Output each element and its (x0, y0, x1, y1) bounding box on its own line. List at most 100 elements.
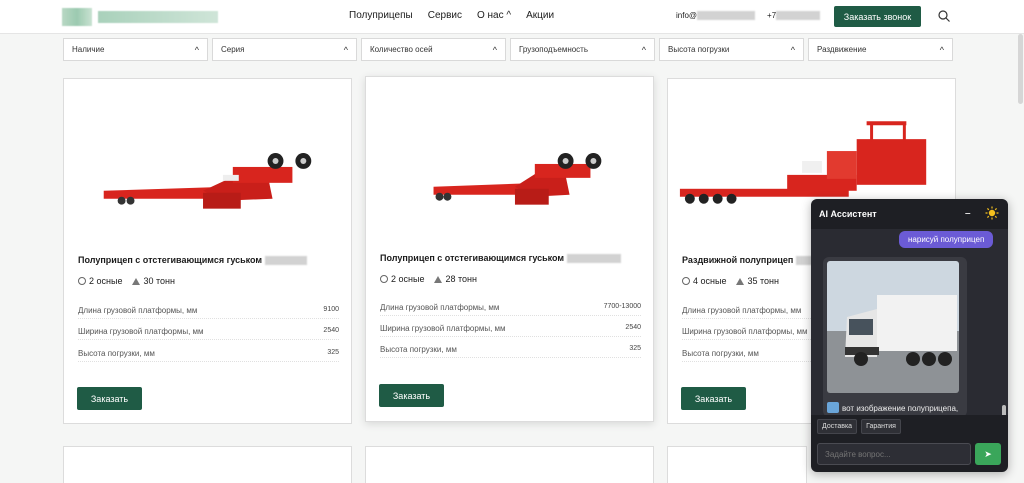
logo-mark (62, 8, 92, 26)
minimize-button[interactable]: – (965, 208, 971, 219)
axles-spec: 2 осные (380, 274, 424, 284)
series-redacted (264, 256, 307, 266)
chat-input[interactable] (817, 443, 971, 465)
param-value: 7700-13000 (603, 303, 641, 310)
param-label: Ширина грузовой платформы, мм (78, 327, 204, 336)
product-title[interactable]: Полуприцеп с отстегивающимся гуськом (78, 255, 307, 266)
filter-label: Грузоподъемность (519, 45, 589, 54)
search-icon[interactable] (938, 10, 950, 22)
phone-link[interactable]: +7 (767, 11, 821, 21)
product-card[interactable]: Полуприцеп с отстегивающимся гуськом 2 о… (365, 76, 654, 422)
param-value: 325 (629, 345, 641, 352)
chevron-up-icon: ^ (506, 10, 512, 21)
product-card[interactable] (667, 446, 807, 483)
chat-scrollbar[interactable] (1002, 405, 1006, 415)
product-title-text: Полуприцеп с отстегивающимся гуськом (78, 255, 263, 265)
axle-icon (682, 277, 690, 285)
axle-icon (78, 277, 86, 285)
axles-spec: 4 осные (682, 276, 726, 286)
site-header: Полуприцепы Сервис О нас ^ Акции info@ +… (0, 0, 1024, 34)
chevron-up-icon: ^ (790, 44, 795, 55)
trailer-image (103, 153, 312, 209)
filter-series[interactable]: Серия ^ (212, 38, 357, 61)
product-card[interactable] (63, 446, 352, 483)
param-row: Высота погрузки, мм 325 (78, 349, 339, 362)
axles-value: 4 осные (693, 276, 727, 286)
phone-redacted (776, 11, 821, 21)
nav-item-promotions[interactable]: Акции (526, 10, 554, 21)
chat-title: AI Ассистент (819, 209, 877, 219)
series-redacted (566, 254, 621, 264)
param-label: Длина грузовой платформы, мм (380, 303, 500, 312)
assistant-text-content: вот изображение полуприцепа, которое я (842, 404, 959, 413)
param-label: Ширина грузовой платформы, мм (380, 324, 506, 333)
assistant-text: вот изображение полуприцепа, которое я (827, 402, 963, 415)
send-button[interactable]: ➤ (975, 443, 1001, 465)
param-label: Ширина грузовой платформы, мм (682, 327, 808, 336)
nav-item-about[interactable]: О нас ^ (477, 10, 511, 21)
trailer-image (433, 153, 602, 205)
product-title[interactable]: Полуприцеп с отстегивающимся гуськом (380, 253, 621, 264)
axles-spec: 2 осные (78, 276, 122, 286)
chevron-up-icon: ^ (343, 44, 348, 55)
main-nav: Полуприцепы Сервис О нас ^ Акции (349, 10, 554, 21)
download-emoji-icon (827, 402, 839, 413)
filter-label: Высота погрузки (668, 45, 730, 54)
chevron-up-icon: ^ (939, 44, 944, 55)
capacity-value: 28 тонн (445, 274, 477, 284)
email-prefix: info@ (676, 11, 698, 20)
capacity-spec: 35 тонн (736, 276, 779, 286)
filter-axles[interactable]: Количество осей ^ (361, 38, 506, 61)
product-title-text: Раздвижной полуприцеп (682, 255, 794, 265)
quick-reply-warranty[interactable]: Гарантия (861, 419, 901, 434)
chat-header: AI Ассистент – (811, 199, 1008, 229)
generated-truck-image[interactable] (827, 261, 959, 393)
chat-messages[interactable]: нарисуй полуприцеп вот изображение полуп… (811, 229, 1008, 415)
product-title[interactable]: Раздвижной полуприцеп (682, 255, 812, 266)
param-label: Высота погрузки, мм (380, 345, 457, 354)
filter-label: Раздвижение (817, 45, 867, 54)
page-scrollbar[interactable] (1018, 34, 1023, 104)
sun-icon[interactable] (985, 206, 999, 220)
capacity-spec: 30 тонн (132, 276, 175, 286)
filter-loading-height[interactable]: Высота погрузки ^ (659, 38, 804, 61)
param-label: Высота погрузки, мм (78, 349, 155, 358)
chevron-up-icon: ^ (194, 44, 199, 55)
filter-capacity[interactable]: Грузоподъемность ^ (510, 38, 655, 61)
logo-text-blurred (98, 11, 218, 23)
filter-extension[interactable]: Раздвижение ^ (808, 38, 953, 61)
user-message: нарисуй полуприцеп (899, 231, 994, 248)
order-call-button[interactable]: Заказать звонок (834, 6, 921, 27)
param-label: Длина грузовой платформы, мм (78, 306, 198, 315)
product-specs: 2 осные 30 тонн (78, 276, 175, 286)
nav-item-semitrailers[interactable]: Полуприцепы (349, 10, 413, 21)
param-value: 2540 (323, 327, 339, 334)
quick-reply-delivery[interactable]: Доставка (817, 419, 858, 434)
param-row: Ширина грузовой платформы, мм 2540 (78, 327, 339, 340)
email-redacted (697, 11, 756, 21)
product-card[interactable]: Полуприцеп с отстегивающимся гуськом 2 о… (63, 78, 352, 424)
logo[interactable] (62, 8, 218, 26)
product-specs: 4 осные 35 тонн (682, 276, 779, 286)
axles-value: 2 осные (391, 274, 425, 284)
filter-availability[interactable]: Наличие ^ (63, 38, 208, 61)
capacity-spec: 28 тонн (434, 274, 477, 284)
nav-item-service[interactable]: Сервис (428, 10, 462, 21)
series-redacted (795, 256, 812, 266)
product-specs: 2 осные 28 тонн (380, 274, 477, 284)
filter-label: Серия (221, 45, 245, 54)
contacts: info@ +7 (676, 11, 821, 21)
axles-value: 2 осные (89, 276, 123, 286)
email-link[interactable]: info@ (676, 11, 756, 21)
param-row: Высота погрузки, мм 325 (380, 345, 641, 358)
weight-icon (434, 276, 443, 283)
order-button[interactable]: Заказать (379, 384, 444, 407)
filter-bar: Наличие ^ Серия ^ Количество осей ^ Грузопо… (63, 38, 953, 61)
quick-replies: Доставка Гарантия (817, 419, 901, 434)
product-card[interactable] (365, 446, 654, 483)
phone-prefix: +7 (767, 11, 777, 20)
chevron-up-icon: ^ (492, 44, 497, 55)
order-button[interactable]: Заказать (77, 387, 142, 410)
order-button[interactable]: Заказать (681, 387, 746, 410)
capacity-value: 30 тонн (143, 276, 175, 286)
